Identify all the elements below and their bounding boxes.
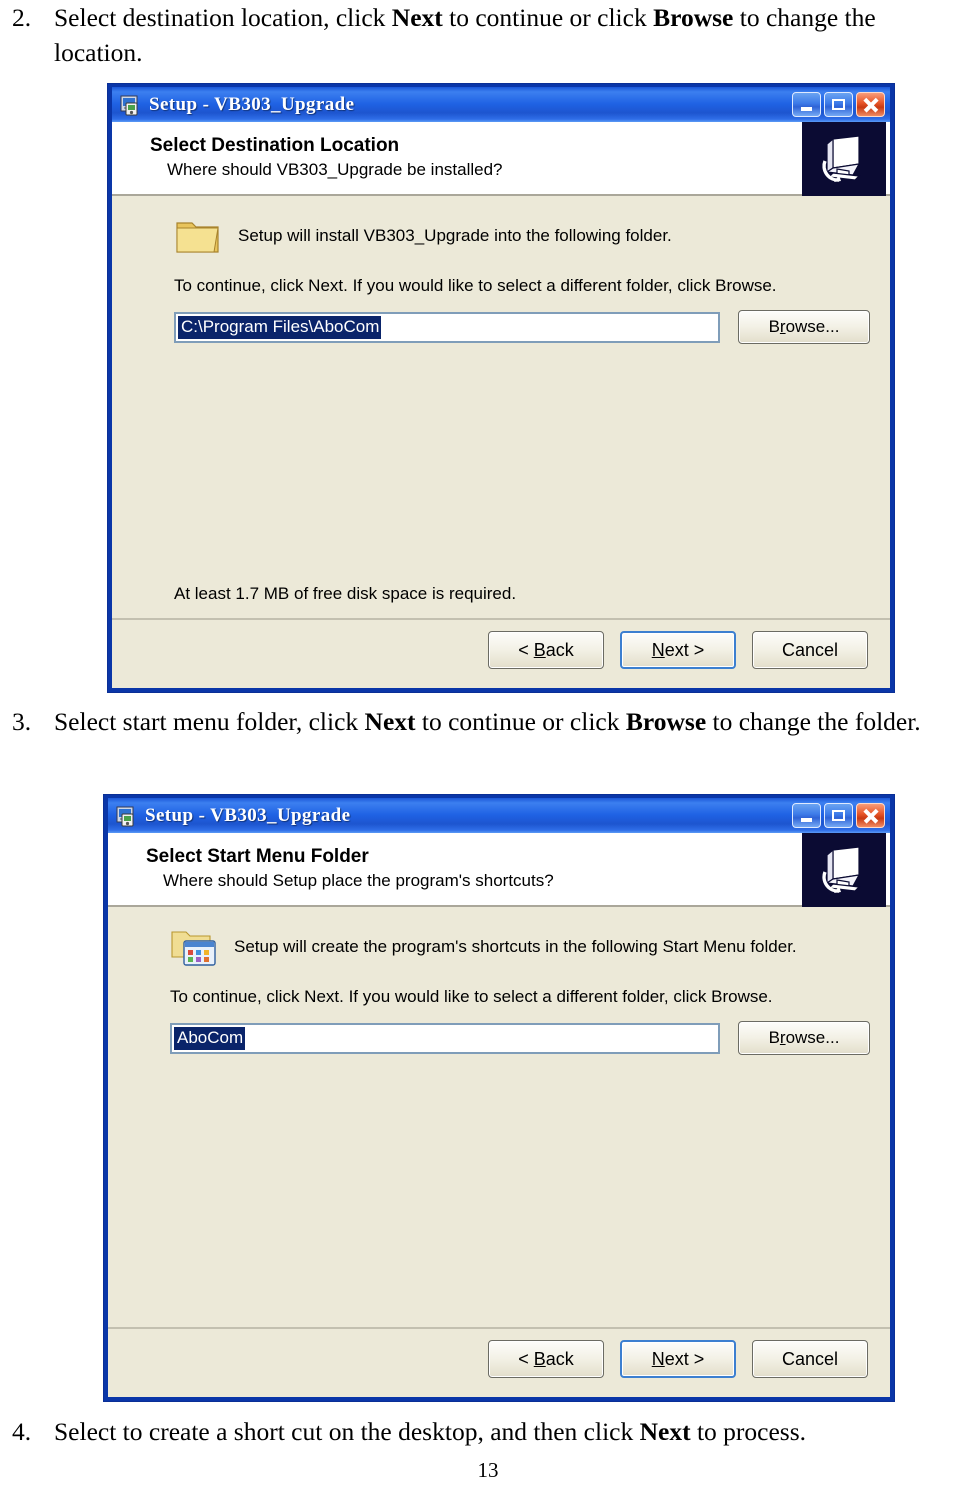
page-number: 13	[477, 1458, 499, 1482]
body-text: to change the folder.	[706, 707, 921, 736]
close-button[interactable]	[856, 803, 885, 828]
step-number: 2.	[12, 3, 32, 32]
destination-path-value: C:\Program Files\AboCom	[178, 315, 382, 339]
setup-installer-icon	[120, 94, 142, 116]
next-button[interactable]: Next >	[620, 631, 736, 669]
title-bar[interactable]: Setup - VB303_Upgrade	[108, 84, 894, 122]
dialog-footer: < Back Next > Cancel	[112, 618, 890, 680]
dialog-subheading: Where should Setup place the program's s…	[163, 871, 554, 890]
window-title: Setup - VB303_Upgrade	[149, 93, 355, 115]
window-controls	[792, 92, 885, 117]
dialog-footer: < Back Next > Cancel	[108, 1327, 890, 1389]
dialog-heading: Select Start Menu Folder	[146, 846, 369, 867]
destination-path-input[interactable]: C:\Program Files\AboCom	[174, 311, 720, 343]
back-button[interactable]: < Back	[488, 631, 604, 669]
destination-path-row: C:\Program Files\AboCom Browse...	[112, 310, 890, 344]
manual-step-2: 2. Select destination location, click Ne…	[8, 0, 968, 70]
browse-button[interactable]: Browse...	[738, 310, 870, 344]
step-text: Select destination location, click Next …	[54, 0, 968, 70]
cancel-button[interactable]: Cancel	[752, 631, 868, 669]
dialog-subheading: Where should VB303_Upgrade be installed?	[167, 160, 503, 179]
body-text: to continue or click	[415, 707, 626, 736]
start-menu-folder-value: AboCom	[174, 1026, 246, 1050]
install-instruction: Setup will create the program's shortcut…	[234, 937, 797, 956]
body-text: Select start menu folder, click	[54, 707, 365, 736]
manual-step-3: 3. Select start menu folder, click Next …	[8, 704, 968, 739]
dialog-header: Select Start Menu Folder Where should Se…	[108, 833, 890, 909]
dialog-header-texts: Select Destination Location Where should…	[112, 133, 802, 183]
dialog-header-texts: Select Start Menu Folder Where should Se…	[108, 844, 802, 894]
disk-space-note: At least 1.7 MB of free disk space is re…	[174, 584, 517, 603]
next-button[interactable]: Next >	[620, 1340, 736, 1378]
emphasis-text: Browse	[653, 3, 734, 32]
start-menu-folder-row: AboCom Browse...	[108, 1021, 890, 1055]
close-button[interactable]	[856, 92, 885, 117]
browse-button-label: Browse...	[768, 1028, 840, 1047]
install-instruction: Setup will install VB303_Upgrade into th…	[238, 226, 672, 245]
dialog-header: Select Destination Location Where should…	[112, 122, 890, 198]
setup-dialog-start-menu-folder: Setup - VB303_Upgrade Select Start Menu …	[104, 795, 894, 1401]
maximize-button[interactable]	[824, 803, 853, 828]
back-button-label: < Back	[518, 639, 574, 660]
minimize-button[interactable]	[792, 803, 821, 828]
dialog-body: Setup will create the program's shortcut…	[108, 907, 890, 1327]
browse-button-label: Browse...	[768, 317, 840, 336]
setup-dialog-destination-location: Setup - VB303_Upgrade Select Destination…	[108, 84, 894, 692]
folder-icon	[174, 214, 222, 258]
window-title: Setup - VB303_Upgrade	[145, 804, 351, 826]
emphasis-text: Next	[639, 1417, 691, 1446]
emphasis-text: Next	[364, 707, 416, 736]
step-number: 4.	[12, 1417, 32, 1446]
body-text: Select to create a short cut on the desk…	[54, 1417, 640, 1446]
back-button[interactable]: < Back	[488, 1340, 604, 1378]
dialog-heading: Select Destination Location	[150, 135, 400, 156]
start-menu-folder-input[interactable]: AboCom	[170, 1022, 720, 1054]
step-number: 3.	[12, 707, 32, 736]
body-text: Select destination location, click	[54, 3, 392, 32]
emphasis-text: Next	[391, 3, 443, 32]
body-text: to process.	[690, 1417, 807, 1446]
window-controls	[792, 803, 885, 828]
cancel-button-label: Cancel	[781, 1348, 839, 1369]
next-button-label: Next >	[651, 1348, 705, 1369]
step-text: Select to create a short cut on the desk…	[54, 1414, 968, 1449]
computer-install-icon	[802, 122, 886, 198]
maximize-button[interactable]	[824, 92, 853, 117]
title-bar[interactable]: Setup - VB303_Upgrade	[104, 795, 894, 833]
instruction-row: Setup will install VB303_Upgrade into th…	[112, 196, 890, 258]
setup-installer-icon	[116, 805, 138, 827]
computer-install-icon	[802, 833, 886, 909]
back-button-label: < Back	[518, 1348, 574, 1369]
cancel-button-label: Cancel	[781, 639, 839, 660]
cancel-button[interactable]: Cancel	[752, 1340, 868, 1378]
manual-step-4: 4. Select to create a short cut on the d…	[8, 1414, 968, 1449]
dialog-body: Setup will install VB303_Upgrade into th…	[112, 196, 890, 618]
browse-button[interactable]: Browse...	[738, 1021, 870, 1055]
browse-hint: To continue, click Next. If you would li…	[174, 276, 777, 295]
start-menu-folder-icon	[170, 925, 218, 969]
browse-hint: To continue, click Next. If you would li…	[170, 987, 773, 1006]
minimize-button[interactable]	[792, 92, 821, 117]
next-button-label: Next >	[651, 639, 705, 660]
emphasis-text: Browse	[625, 707, 707, 736]
instruction-row: Setup will create the program's shortcut…	[108, 907, 890, 969]
body-text: to continue or click	[442, 3, 654, 32]
step-text: Select start menu folder, click Next to …	[54, 704, 968, 739]
